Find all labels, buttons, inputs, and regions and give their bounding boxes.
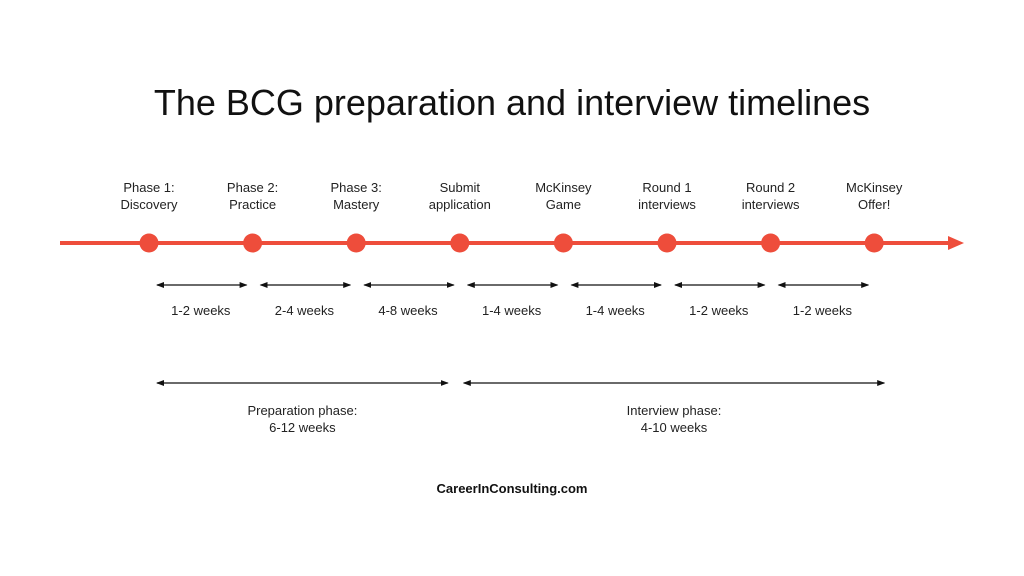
milestone-dot: [761, 233, 781, 253]
milestone-dot: [139, 233, 159, 253]
milestone-label: Round 1 interviews: [607, 179, 727, 213]
milestone-label-line1: McKinsey: [846, 180, 903, 195]
milestone-dot: [657, 233, 677, 253]
milestone-label-line2: Discovery: [120, 197, 178, 212]
milestone-label: Phase 2: Practice: [193, 179, 313, 213]
milestone-label-line2: Game: [545, 197, 582, 212]
duration-label: 1-4 weeks: [481, 303, 542, 318]
duration-label: 1-2 weeks: [792, 303, 853, 318]
duration-label: 2-4 weeks: [274, 303, 335, 318]
milestone-label-line2: application: [428, 197, 491, 212]
duration-label: 4-8 weeks: [378, 303, 438, 318]
milestone-label: Round 2 interviews: [711, 179, 831, 213]
milestone-dot: [553, 233, 573, 253]
phase-name: Preparation phase:: [247, 403, 358, 418]
milestone-dot: [346, 233, 366, 253]
duration-label: 1-2 weeks: [689, 303, 749, 318]
milestone-label: McKinsey Offer!: [814, 179, 934, 213]
milestone-label-line1: Phase 2:: [226, 180, 279, 195]
milestone-label: Phase 1: Discovery: [89, 179, 209, 213]
milestone-label: Submit application: [400, 179, 520, 213]
phase-name: Interview phase:: [626, 403, 722, 418]
milestone-label-line1: Submit: [439, 180, 481, 195]
milestone-label-line1: McKinsey: [535, 180, 592, 195]
footer-site-name: CareerInConsulting.com: [436, 481, 588, 496]
milestone-label: Phase 3: Mastery: [296, 179, 416, 213]
milestone-label-line2: interviews: [741, 197, 800, 212]
milestone-label-line2: Offer!: [858, 197, 891, 212]
milestone-dot: [864, 233, 884, 253]
phase-label: Preparation phase: 6-12 weeks: [192, 402, 412, 436]
milestone-dot: [243, 233, 263, 253]
milestone-label-line1: Round 2: [746, 180, 796, 195]
duration-label: 1-4 weeks: [585, 303, 645, 318]
duration-label: 1-2 weeks: [171, 303, 231, 318]
timeline-arrowhead-icon: [948, 236, 964, 250]
phase-label: Interview phase: 4-10 weeks: [564, 402, 784, 436]
milestone-label-line2: Mastery: [333, 197, 380, 212]
milestone-dot: [450, 233, 470, 253]
milestone-label: McKinsey Game: [503, 179, 623, 213]
milestone-label-line1: Phase 1:: [123, 180, 175, 195]
phase-duration: 6-12 weeks: [269, 420, 336, 435]
phase-duration: 4-10 weeks: [640, 420, 708, 435]
milestone-label-line1: Phase 3:: [330, 180, 382, 195]
milestone-label-line1: Round 1: [642, 180, 692, 195]
milestone-label-line2: interviews: [638, 197, 696, 212]
milestone-label-line2: Practice: [229, 197, 277, 212]
